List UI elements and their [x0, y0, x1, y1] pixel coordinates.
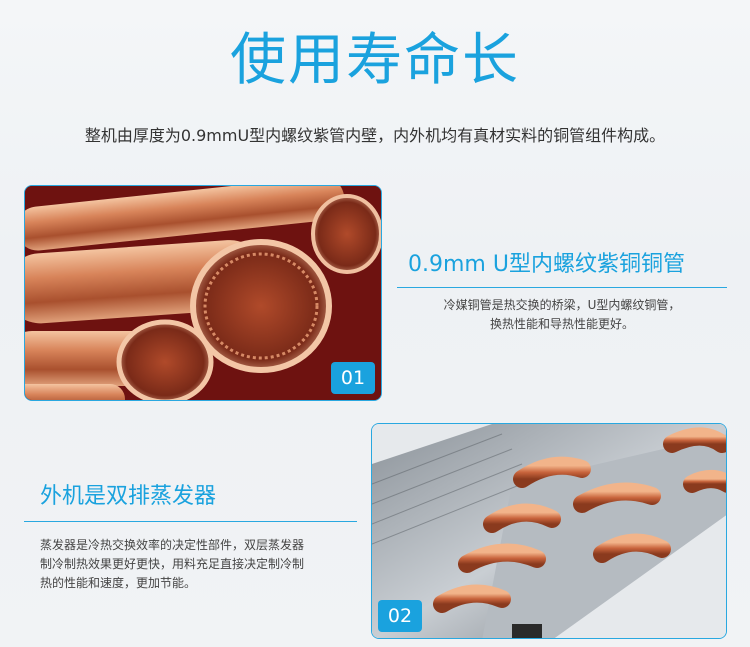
- evaporator-photo: 02: [371, 423, 727, 639]
- feature-badge: 02: [378, 600, 422, 632]
- description-line: 换热性能和导热性能更好。: [489, 317, 634, 331]
- divider: [24, 521, 357, 522]
- lead-text: 整机由厚度为0.9mmU型内螺纹紫管内壁，内外机均有真材实料的铜管组件构成。: [84, 126, 666, 145]
- feature-description: 蒸发器是冷热交换效率的决定性部件，双层蒸发器 制冷制热效果更好更快，用料充足直接…: [40, 536, 352, 593]
- description-line: 蒸发器是冷热交换效率的决定性部件，双层蒸发器: [40, 538, 305, 552]
- description-line: 热的性能和速度，更加节能。: [40, 576, 197, 590]
- feature-badge: 01: [331, 362, 375, 394]
- description-line: 制冷制热效果更好更快，用料充足直接决定制冷制: [40, 557, 305, 571]
- evaporator-illustration: [372, 424, 726, 638]
- copper-tube-photo: 01: [24, 185, 382, 401]
- divider: [397, 287, 727, 288]
- page-title: 使用寿命长: [230, 28, 520, 93]
- description-line: 冷媒铜管是热交换的桥梁，U型内螺纹铜管，: [443, 298, 681, 312]
- feature-description: 冷媒铜管是热交换的桥梁，U型内螺纹铜管， 换热性能和导热性能更好。: [397, 296, 727, 334]
- feature-title: 外机是双排蒸发器: [40, 484, 217, 509]
- feature-title: 0.9mm U型内螺纹紫铜铜管: [408, 252, 685, 277]
- copper-tube-illustration: [25, 186, 381, 400]
